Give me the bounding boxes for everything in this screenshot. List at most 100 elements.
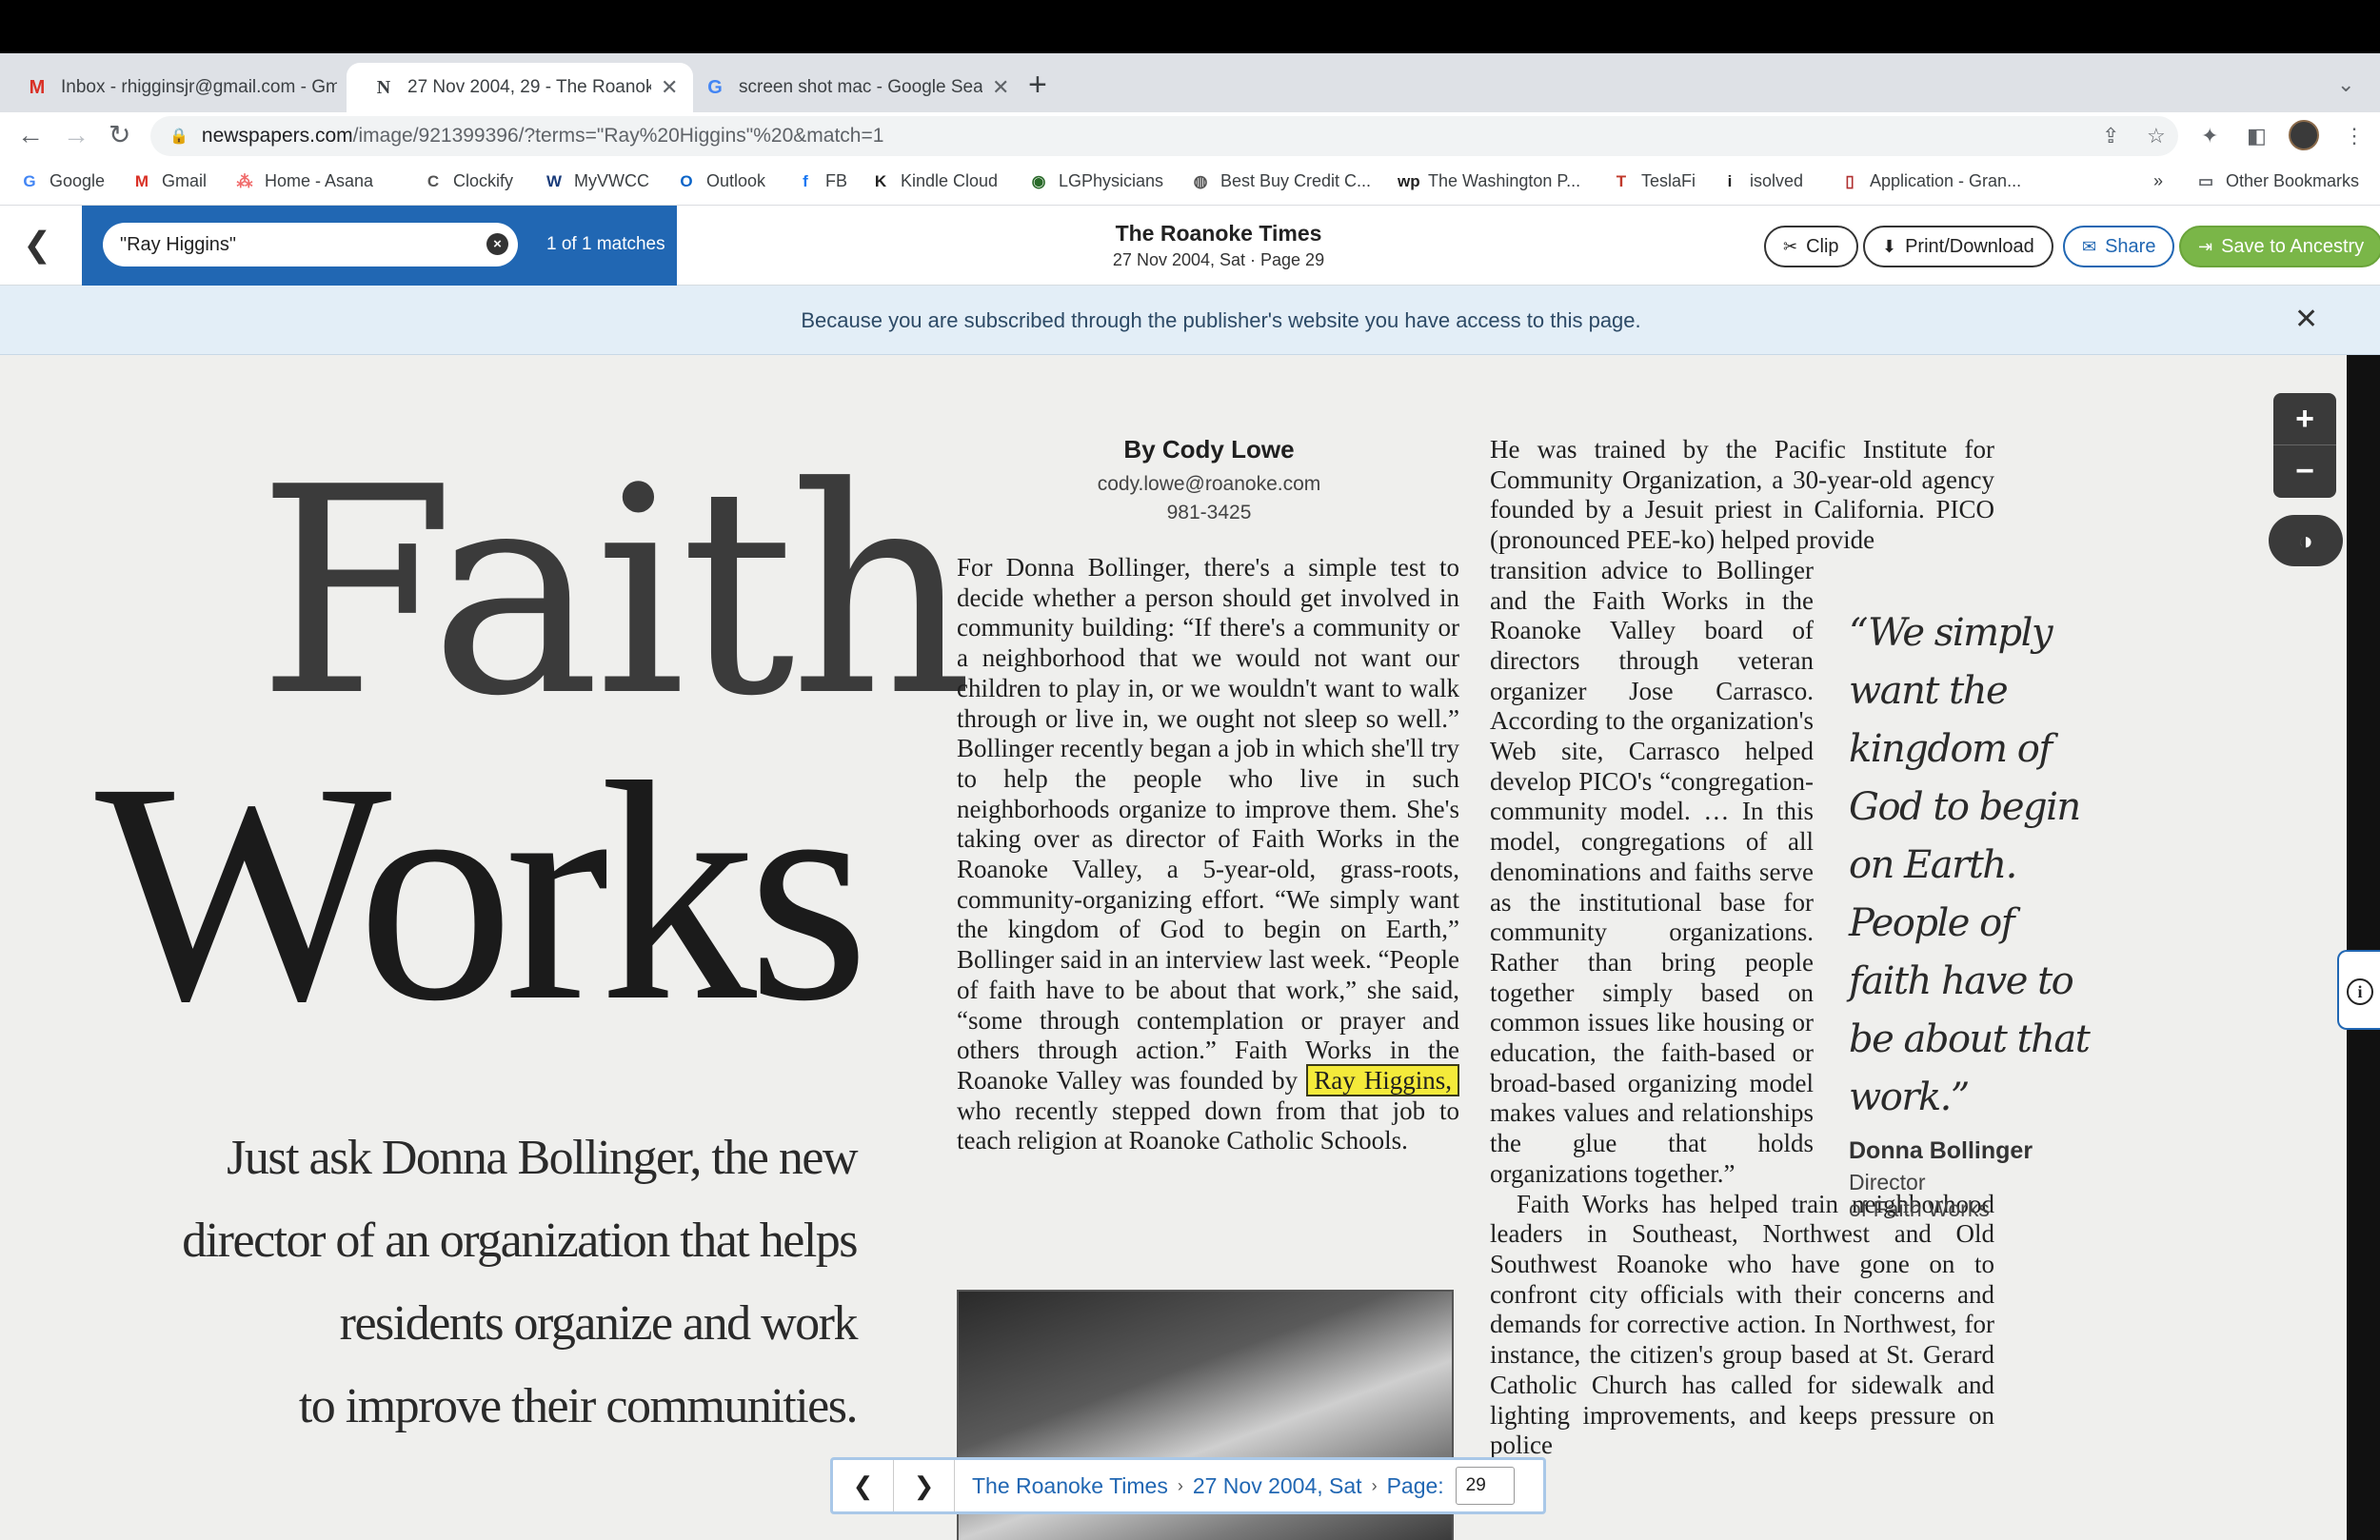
facebook-icon: f	[803, 171, 808, 190]
column-text: He was trained by the Pacific Institute …	[1490, 435, 1994, 555]
lock-icon[interactable]: 🔒	[169, 127, 188, 146]
share-page-icon[interactable]: ⇪	[2102, 124, 2119, 148]
gmail-icon: M	[29, 76, 46, 98]
bookmark-star-icon[interactable]: ☆	[2147, 124, 2166, 148]
lg-icon: ◉	[1031, 171, 1046, 190]
bookmark-label: The Washington P...	[1428, 171, 1581, 190]
clear-search-icon[interactable]: ×	[486, 233, 508, 255]
bookmark-teslafi[interactable]: T TeslaFi	[1611, 171, 1696, 191]
extensions-puzzle-icon[interactable]: ✦	[2201, 124, 2218, 148]
tab-search-chevron-icon[interactable]: ⌄	[2337, 72, 2354, 97]
search-input[interactable]: "Ray Higgins" ×	[103, 223, 518, 267]
outlook-icon: O	[680, 171, 693, 190]
adjacent-page-edge	[2347, 355, 2380, 1540]
bookmark-lgphysicians[interactable]: ◉ LGPhysicians	[1028, 171, 1163, 191]
bookmark-label: FB	[825, 171, 848, 190]
subscription-notice: Because you are subscribed through the p…	[0, 286, 2380, 355]
new-tab-button[interactable]: +	[1028, 69, 1047, 101]
isolved-icon: i	[1727, 171, 1733, 190]
info-panel-tab[interactable]: i	[2337, 950, 2380, 1030]
clockify-icon: C	[426, 171, 440, 190]
print-label: Print/Download	[1905, 235, 2034, 257]
clip-icon: ✂	[1783, 236, 1798, 256]
kindle-icon: K	[874, 171, 887, 190]
bookmark-kindle[interactable]: K Kindle Cloud	[870, 171, 998, 191]
google-icon: G	[707, 76, 723, 98]
vwcc-icon: W	[545, 171, 563, 190]
back-arrow-icon[interactable]: ←	[17, 122, 44, 148]
url-path: /image/921399396/?terms="Ray%20Higgins"%…	[352, 125, 884, 147]
bookmark-label: Best Buy Credit C...	[1220, 171, 1372, 190]
match-search-panel: "Ray Higgins" × 1 of 1 matches	[82, 206, 677, 286]
more-bookmarks-button[interactable]: »	[2153, 171, 2163, 191]
notice-text: Because you are subscribed through the p…	[801, 308, 1641, 332]
search-match-highlight[interactable]: Ray Higgins,	[1306, 1063, 1460, 1096]
side-panel-icon[interactable]: ◧	[2247, 124, 2267, 148]
bookmark-bestbuy[interactable]: ◍ Best Buy Credit C...	[1190, 171, 1371, 191]
previous-page-button[interactable]: ❮	[833, 1460, 894, 1511]
column-text: For Donna Bollinger, there's a simple te…	[957, 553, 1459, 1095]
save-to-ancestry-button[interactable]: ⇥ Save to Ancestry	[2179, 226, 2380, 267]
bookmark-gmail[interactable]: M Gmail	[131, 171, 207, 191]
article-column-1: For Donna Bollinger, there's a simple te…	[957, 553, 1460, 1156]
column-text: who recently stepped down from that job …	[957, 1096, 1459, 1155]
other-bookmarks-folder[interactable]: ▭ Other Bookmarks	[2195, 171, 2359, 191]
breadcrumb-separator-icon: ›	[1177, 1475, 1183, 1495]
bookmark-label: isolved	[1750, 171, 1804, 190]
page-viewer[interactable]: Faith Works Just ask Donna Bollinger, th…	[0, 355, 2380, 1540]
url-field[interactable]: 🔒 newspapers.com/image/921399396/?terms=…	[150, 116, 2178, 156]
bookmark-isolved[interactable]: i isolved	[1719, 171, 1803, 191]
back-chevron-icon[interactable]: ❮	[23, 225, 51, 265]
newspaper-page[interactable]: Faith Works Just ask Donna Bollinger, th…	[0, 355, 2347, 1540]
tab-gmail[interactable]: M Inbox - rhigginsjr@gmail.com - Gmail ✕	[0, 63, 379, 112]
deck-line: to improve their communities.	[298, 1379, 859, 1433]
clip-button[interactable]: ✂ Clip	[1764, 226, 1858, 267]
bookmark-outlook[interactable]: O Outlook	[676, 171, 765, 191]
bookmark-google[interactable]: G Google	[19, 171, 105, 191]
teslafi-icon: T	[1616, 171, 1627, 190]
column-text: Faith Works has helped train neighborhoo…	[1490, 1189, 1994, 1460]
bookmark-label: Other Bookmarks	[2226, 171, 2360, 190]
close-tab-icon[interactable]: ✕	[992, 75, 1009, 100]
headline-deck: Just ask Donna Bollinger, the new direct…	[0, 1116, 859, 1448]
tab-google-search[interactable]: G screen shot mac - Google Search ✕	[678, 63, 1024, 112]
nav-date-link[interactable]: 27 Nov 2004, Sat	[1193, 1473, 1362, 1499]
share-button[interactable]: ✉ Share	[2063, 226, 2175, 267]
byline: By Cody Lowe	[1123, 435, 1295, 464]
url-host: newspapers.com	[201, 125, 353, 147]
print-download-button[interactable]: ⬇ Print/Download	[1863, 226, 2053, 267]
headline-works: Works	[95, 719, 869, 1066]
close-notice-icon[interactable]: ✕	[2294, 303, 2318, 336]
page-number-input[interactable]: 29	[1455, 1467, 1515, 1505]
zoom-out-button[interactable]: −	[2273, 445, 2336, 498]
reload-icon[interactable]: ↻	[109, 122, 130, 148]
chrome-menu-icon[interactable]: ⋮	[2344, 124, 2365, 148]
bookmark-application[interactable]: ▯ Application - Gran...	[1839, 171, 2021, 191]
bookmark-clockify[interactable]: C Clockify	[423, 171, 513, 191]
pull-quote: “We simply want the kingdom of God to be…	[1849, 611, 2091, 1119]
forward-arrow-icon[interactable]: →	[63, 122, 89, 148]
bookmark-label: Kindle Cloud	[901, 171, 999, 190]
zoom-in-button[interactable]: +	[2273, 393, 2336, 445]
tab-newspapers[interactable]: N 27 Nov 2004, 29 - The Roanoke Times ✕	[347, 63, 694, 112]
tab-title: 27 Nov 2004, 29 - The Roanoke Times	[407, 77, 651, 97]
nav-page-label: Page:	[1386, 1472, 1444, 1498]
match-count[interactable]: 1 of 1 matches	[546, 234, 665, 255]
tab-strip: M Inbox - rhigginsjr@gmail.com - Gmail ✕…	[0, 53, 2380, 112]
bookmark-myvwcc[interactable]: W MyVWCC	[544, 171, 649, 191]
next-page-button[interactable]: ❯	[894, 1460, 955, 1511]
bookmark-label: Google	[50, 171, 106, 190]
paper-date-page: 27 Nov 2004, Sat · Page 29	[1112, 250, 1325, 269]
contrast-toggle-icon[interactable]: ◑	[2269, 515, 2343, 566]
bookmark-fb[interactable]: f FB	[795, 171, 847, 191]
bookmark-washington-post[interactable]: wp The Washington P...	[1398, 171, 1580, 191]
clip-label: Clip	[1806, 235, 1839, 257]
close-tab-icon[interactable]: ✕	[661, 75, 678, 100]
profile-avatar[interactable]	[2289, 120, 2319, 150]
bookmark-asana[interactable]: ⁂ Home - Asana	[234, 171, 374, 191]
nav-paper-link[interactable]: The Roanoke Times	[972, 1473, 1168, 1499]
bookmark-label: Gmail	[162, 171, 208, 190]
ancestry-label: Save to Ancestry	[2221, 235, 2365, 257]
bookmark-label: Home - Asana	[265, 171, 374, 190]
download-icon: ⬇	[1882, 236, 1897, 256]
